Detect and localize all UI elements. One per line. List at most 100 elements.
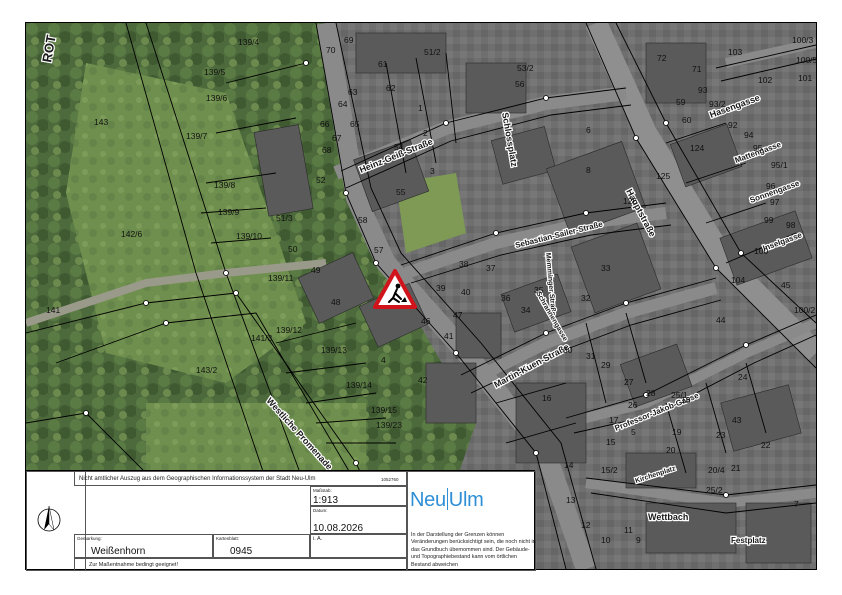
parcel-label: 13 bbox=[566, 495, 576, 505]
parcel-label: 57 bbox=[374, 245, 384, 255]
parcel-label: 64 bbox=[338, 99, 348, 109]
parcel-label: 27 bbox=[624, 377, 634, 387]
parcel-label: 37 bbox=[486, 263, 496, 273]
parcel-label: 139/8 bbox=[214, 180, 236, 190]
parcel-label: 40 bbox=[461, 287, 471, 297]
parcel-label: 49 bbox=[311, 265, 321, 275]
ia-label: i. A. bbox=[313, 536, 323, 542]
parcel-label: 58 bbox=[358, 215, 368, 225]
parcel-label: 2 bbox=[423, 128, 428, 138]
parcel-label: 15/2 bbox=[601, 465, 618, 475]
parcel-label: 25/2 bbox=[706, 485, 723, 495]
district-label: Gemarkung: bbox=[77, 536, 102, 541]
parcel-label: 6 bbox=[586, 125, 591, 135]
parcel-label: 96 bbox=[766, 181, 776, 191]
parcel-label: 98 bbox=[786, 220, 796, 230]
date-value: 10.08.2026 bbox=[313, 523, 364, 534]
parcel-label: 94 bbox=[744, 130, 754, 140]
sheet-cell: Kartenblatt: 0945 bbox=[213, 534, 310, 558]
parcel-label: 139/23 bbox=[376, 420, 402, 430]
parcel-label: 52 bbox=[316, 175, 326, 185]
parcel-label: 99 bbox=[764, 215, 774, 225]
parcel-label: 70 bbox=[326, 45, 336, 55]
parcel-label: 97 bbox=[770, 197, 780, 207]
parcel-label: 5 bbox=[631, 427, 636, 437]
parcel-label: 35 bbox=[534, 285, 544, 295]
parcel-label: 139/6 bbox=[206, 93, 228, 103]
parcel-label: 33 bbox=[601, 263, 611, 273]
date-cell: Datum: 10.08.2026 bbox=[310, 506, 407, 534]
parcel-label: 139/12 bbox=[276, 325, 302, 335]
parcel-label: 101 bbox=[798, 73, 812, 83]
parcel-label: 16 bbox=[542, 393, 552, 403]
parcel-label: 143 bbox=[94, 117, 108, 127]
parcel-label: 36 bbox=[501, 293, 511, 303]
parcel-label: 139/10 bbox=[236, 231, 262, 241]
parcel-label: 39 bbox=[436, 283, 446, 293]
parcel-label: 69 bbox=[344, 35, 354, 45]
parcel-label: 41 bbox=[444, 331, 454, 341]
parcel-label: 67 bbox=[332, 133, 342, 143]
parcel-label: 65 bbox=[350, 119, 360, 129]
parcel-label: 141 bbox=[46, 305, 60, 315]
parcel-label: 54 bbox=[394, 142, 404, 152]
parcel-label: 142/6 bbox=[121, 229, 143, 239]
parcel-label: 141/3 bbox=[251, 333, 273, 343]
neu-ulm-logo: Neu Ulm bbox=[410, 488, 484, 512]
parcel-label: 1 bbox=[418, 103, 423, 113]
parcel-label: 100/5 bbox=[796, 55, 816, 65]
parcel-label: 8 bbox=[586, 165, 591, 175]
parcel-label: 92 bbox=[728, 120, 738, 130]
parcel-label: 14 bbox=[564, 460, 574, 470]
district-value: Weißenhorn bbox=[91, 546, 146, 557]
parcel-label: 26 bbox=[628, 400, 638, 410]
parcel-label: 9 bbox=[636, 535, 641, 545]
parcel-label: 30 bbox=[563, 345, 573, 355]
parcel-label: 139/5 bbox=[204, 67, 226, 77]
parcel-label: 44 bbox=[716, 315, 726, 325]
parcel-label: 21 bbox=[731, 463, 741, 473]
parcel-label: 71 bbox=[692, 64, 702, 74]
header-row: Nicht amtlicher Auszug aus dem Geographi… bbox=[74, 471, 407, 486]
parcel-label: 50 bbox=[288, 244, 298, 254]
parcel-label: 139/14 bbox=[346, 380, 372, 390]
ia-cell: i. A. bbox=[310, 534, 407, 558]
parcel-label: 24 bbox=[738, 372, 748, 382]
parcel-label: 51/3 bbox=[276, 213, 293, 223]
parcel-label: 104 bbox=[731, 275, 745, 285]
logo-neu: Neu bbox=[410, 489, 446, 511]
parcel-label: 46 bbox=[421, 316, 431, 326]
parcel-label: 68 bbox=[322, 145, 332, 155]
sheet-value: 0945 bbox=[230, 546, 253, 557]
parcel-label: 42 bbox=[418, 375, 428, 385]
parcel-label: 103 bbox=[728, 47, 742, 57]
logo-ulm: Ulm bbox=[448, 489, 484, 511]
parcel-label: 43 bbox=[732, 415, 742, 425]
parcel-label: 72 bbox=[657, 53, 667, 63]
scale-value: 1:913 bbox=[313, 495, 339, 506]
parcel-label: 29 bbox=[601, 360, 611, 370]
parcel-label: 15 bbox=[606, 437, 616, 447]
parcel-label: 28 bbox=[646, 388, 656, 398]
parcel-label: 19 bbox=[672, 427, 682, 437]
parcel-label: 31 bbox=[586, 351, 596, 361]
parcel-label: 139/13 bbox=[321, 345, 347, 355]
district-cell: Gemarkung: Weißenhorn bbox=[74, 534, 213, 558]
parcel-label: 95/1 bbox=[771, 160, 788, 170]
extract-note: Nicht amtlicher Auszug aus dem Geographi… bbox=[79, 476, 316, 482]
parcel-label: 17 bbox=[609, 415, 619, 425]
parcel-label: 93 bbox=[698, 85, 708, 95]
parcel-label: 95 bbox=[753, 143, 763, 153]
parcel-label: 139/7 bbox=[186, 131, 208, 141]
date-label: Datum: bbox=[313, 508, 328, 513]
parcel-label: 55 bbox=[396, 187, 406, 197]
parcel-label: 45 bbox=[781, 280, 791, 290]
parcel-label: 125 bbox=[656, 171, 670, 181]
parcel-label: 11 bbox=[624, 525, 633, 535]
scale-cell: Maßstab: 1:913 bbox=[310, 486, 407, 506]
parcel-label: 143/2 bbox=[196, 365, 218, 375]
parcel-label: 12 bbox=[581, 520, 591, 530]
footer-row: Zur Maßentnahme bedingt geeignet! bbox=[74, 558, 407, 571]
doc-number: 1052760 bbox=[381, 477, 399, 482]
street-label-festplatz: Festplatz bbox=[731, 536, 766, 545]
